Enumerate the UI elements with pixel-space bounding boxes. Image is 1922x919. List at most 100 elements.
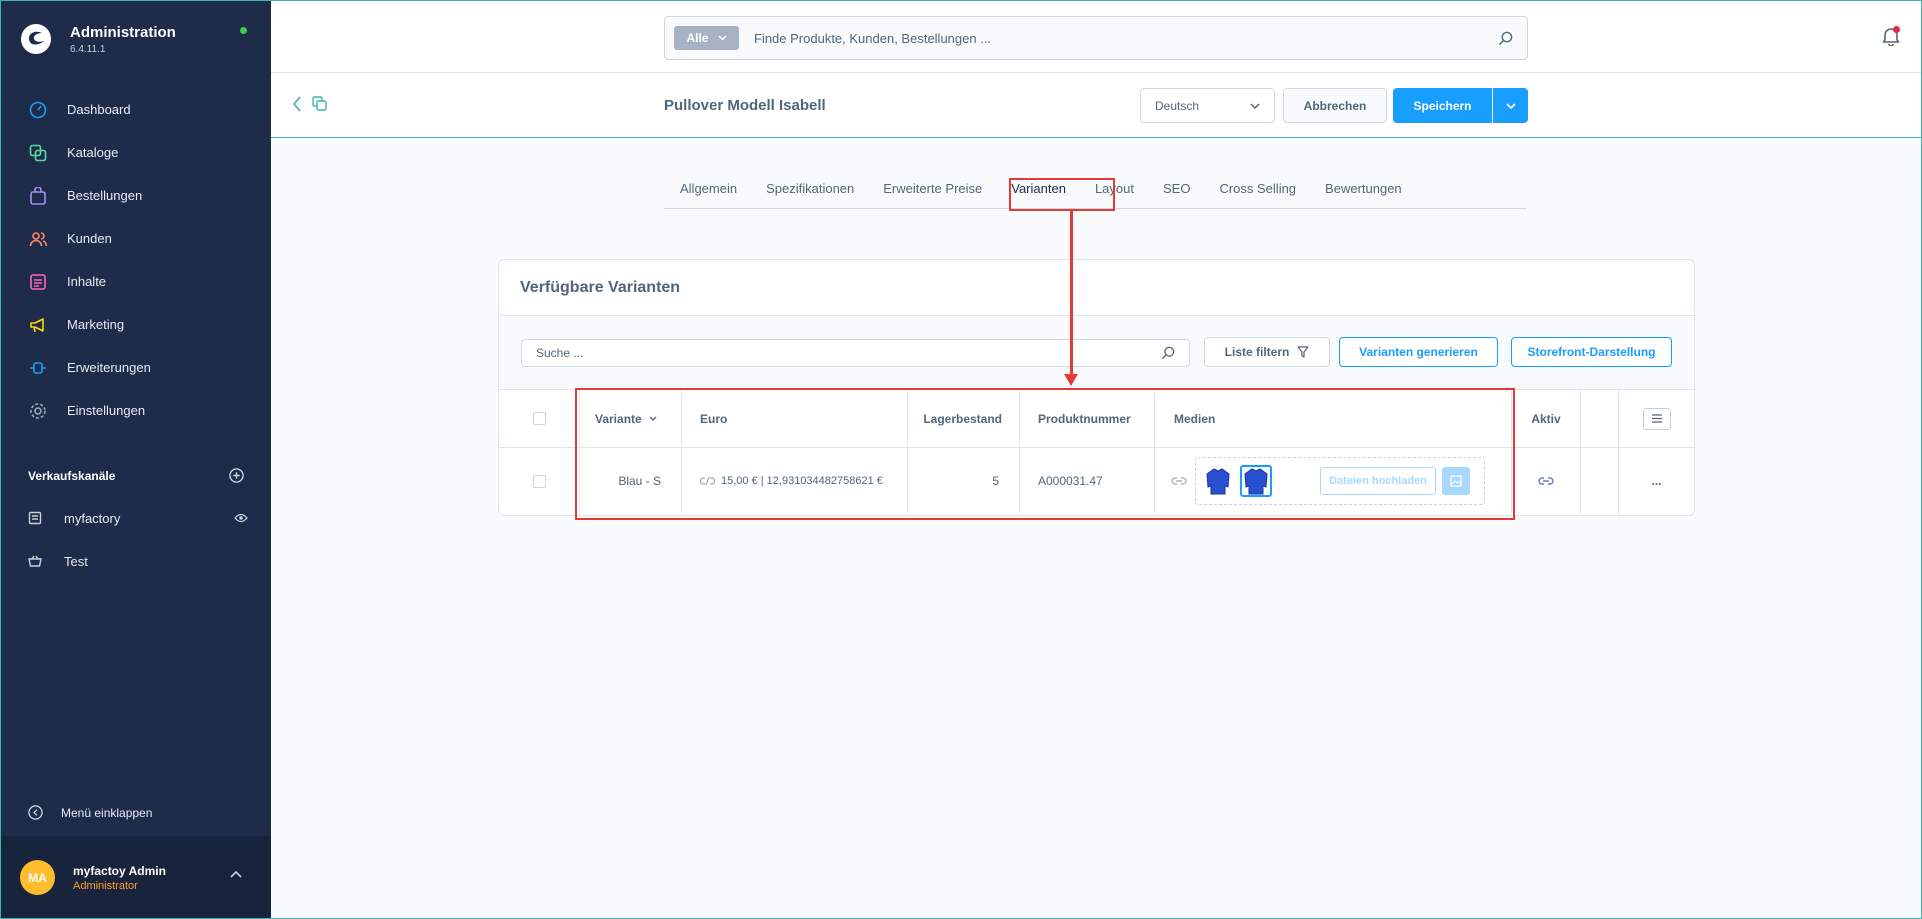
page-title: Pullover Modell Isabell (664, 97, 826, 114)
nav-item-dashboard[interactable]: Dashboard (0, 88, 271, 131)
tab-cross-selling[interactable]: Cross Selling (1203, 181, 1309, 209)
select-all-checkbox[interactable] (532, 412, 546, 425)
chevron-left-circle-icon (28, 805, 43, 820)
nav-item-einstellungen[interactable]: Einstellungen (0, 389, 271, 432)
storefront-display-button[interactable]: Storefront-Darstellung (1511, 337, 1672, 367)
nav-label: Inhalte (67, 274, 107, 289)
users-icon (28, 229, 48, 249)
sales-channels-title: Verkaufskanäle (28, 468, 116, 483)
gauge-icon (28, 100, 48, 120)
nav-label: Erweiterungen (67, 360, 151, 375)
app-version: 6.4.11.1 (70, 43, 106, 55)
row-select-cell (499, 448, 580, 514)
sales-channel-test[interactable]: Test (28, 550, 248, 572)
save-button[interactable]: Speichern (1393, 88, 1492, 123)
filter-list-button[interactable]: Liste filtern (1204, 337, 1330, 367)
sales-channel-myfactory[interactable]: myfactory (28, 507, 248, 529)
language-select[interactable]: Deutsch (1140, 88, 1275, 123)
search-input[interactable]: Finde Produkte, Kunden, Bestellungen ... (754, 31, 1498, 46)
filter-label: Liste filtern (1224, 345, 1290, 359)
storefront-icon (28, 511, 44, 525)
row-actions-button[interactable]: ... (1619, 448, 1694, 514)
search-type-select[interactable]: Alle (674, 26, 739, 50)
nav-label: Bestellungen (67, 188, 143, 203)
sidebar: Administration 6.4.11.1 Dashboard Katalo… (0, 0, 271, 919)
cell-active (1512, 448, 1581, 514)
card-title: Verfügbare Varianten (499, 260, 1694, 316)
nav-label: Dashboard (67, 102, 131, 117)
global-search[interactable]: Alle Finde Produkte, Kunden, Bestellunge… (664, 16, 1528, 60)
chevron-down-icon (1250, 102, 1260, 109)
nav-item-bestellungen[interactable]: Bestellungen (0, 174, 271, 217)
gear-icon (28, 401, 48, 421)
variants-toolbar: Suche ... Liste filtern Varianten generi… (499, 317, 1694, 390)
select-all-cell (499, 390, 580, 447)
top-bar: Alle Finde Produkte, Kunden, Bestellunge… (271, 0, 1922, 73)
generate-variants-button[interactable]: Varianten generieren (1339, 337, 1498, 367)
nav-item-marketing[interactable]: Marketing (0, 303, 271, 346)
shopping-bag-icon (28, 186, 48, 206)
sales-channel-label: Test (64, 553, 88, 569)
chevron-left-icon[interactable] (292, 96, 302, 112)
nav-label: Kataloge (67, 145, 119, 160)
menu-lines-icon (1651, 414, 1662, 423)
row-checkbox[interactable] (532, 474, 546, 488)
user-menu[interactable]: MA myfactoy Admin Administrator (0, 836, 271, 919)
funnel-icon (1297, 346, 1309, 358)
avatar: MA (20, 860, 55, 895)
variant-search-input[interactable]: Suche ... (521, 339, 1190, 367)
megaphone-icon (28, 315, 48, 335)
nav-item-kataloge[interactable]: Kataloge (0, 131, 271, 174)
save-options-button[interactable] (1493, 88, 1528, 123)
collapse-label: Menü einklappen (61, 805, 153, 820)
annotation-box-table (575, 388, 1515, 520)
nav-item-inhalte[interactable]: Inhalte (0, 260, 271, 303)
chevron-down-icon (1505, 102, 1516, 109)
notification-badge (1893, 26, 1900, 33)
tab-allgemein[interactable]: Allgemein (664, 181, 750, 209)
nav-label: Kunden (67, 231, 112, 246)
annotation-arrow (1070, 211, 1073, 376)
content-icon (28, 272, 48, 292)
search-icon (1161, 346, 1175, 360)
tab-bewertungen[interactable]: Bewertungen (1309, 181, 1415, 209)
cancel-button[interactable]: Abbrechen (1283, 88, 1387, 123)
nav-item-kunden[interactable]: Kunden (0, 217, 271, 260)
catalog-icon (28, 143, 48, 163)
user-role: Administrator (73, 879, 138, 892)
annotation-arrow-head (1064, 374, 1078, 386)
search-icon[interactable] (1498, 31, 1513, 46)
nav-label: Einstellungen (67, 403, 146, 418)
column-settings-button[interactable] (1642, 407, 1671, 430)
annotation-box-tab (1009, 178, 1115, 211)
search-type-label: Alle (686, 31, 709, 45)
column-settings-cell (1619, 390, 1694, 447)
chevron-up-icon (230, 870, 242, 878)
eye-icon[interactable] (234, 513, 248, 523)
link-icon[interactable] (1538, 477, 1554, 485)
collapse-menu-button[interactable]: Menü einklappen (28, 805, 152, 820)
status-dot (240, 27, 247, 34)
add-circle-icon[interactable] (229, 468, 244, 483)
column-header-active[interactable]: Aktiv (1512, 390, 1581, 447)
chevron-down-icon (717, 35, 727, 41)
sales-channels-header: Verkaufskanäle (28, 468, 244, 483)
tab-seo[interactable]: SEO (1147, 181, 1203, 209)
main-nav: Dashboard Kataloge Bestellungen Kunden I… (0, 88, 271, 432)
tab-spezifikationen[interactable]: Spezifikationen (750, 181, 867, 209)
cell-spacer (1581, 448, 1619, 514)
plugin-icon (28, 358, 48, 378)
variant-search-placeholder: Suche ... (536, 346, 584, 360)
duplicate-icon[interactable] (312, 96, 327, 111)
smart-bar: Pullover Modell Isabell Deutsch Abbreche… (271, 73, 1922, 138)
column-header-spacer (1581, 390, 1619, 447)
nav-item-erweiterungen[interactable]: Erweiterungen (0, 346, 271, 389)
shopware-logo-icon (21, 24, 51, 54)
tab-erweiterte-preise[interactable]: Erweiterte Preise (867, 181, 995, 209)
sidebar-header: Administration 6.4.11.1 (0, 0, 271, 78)
nav-label: Marketing (67, 317, 125, 332)
language-value: Deutsch (1155, 98, 1200, 113)
sales-channel-label: myfactory (64, 510, 121, 526)
basket-icon (28, 555, 44, 567)
user-name: myfactoy Admin (73, 863, 166, 878)
